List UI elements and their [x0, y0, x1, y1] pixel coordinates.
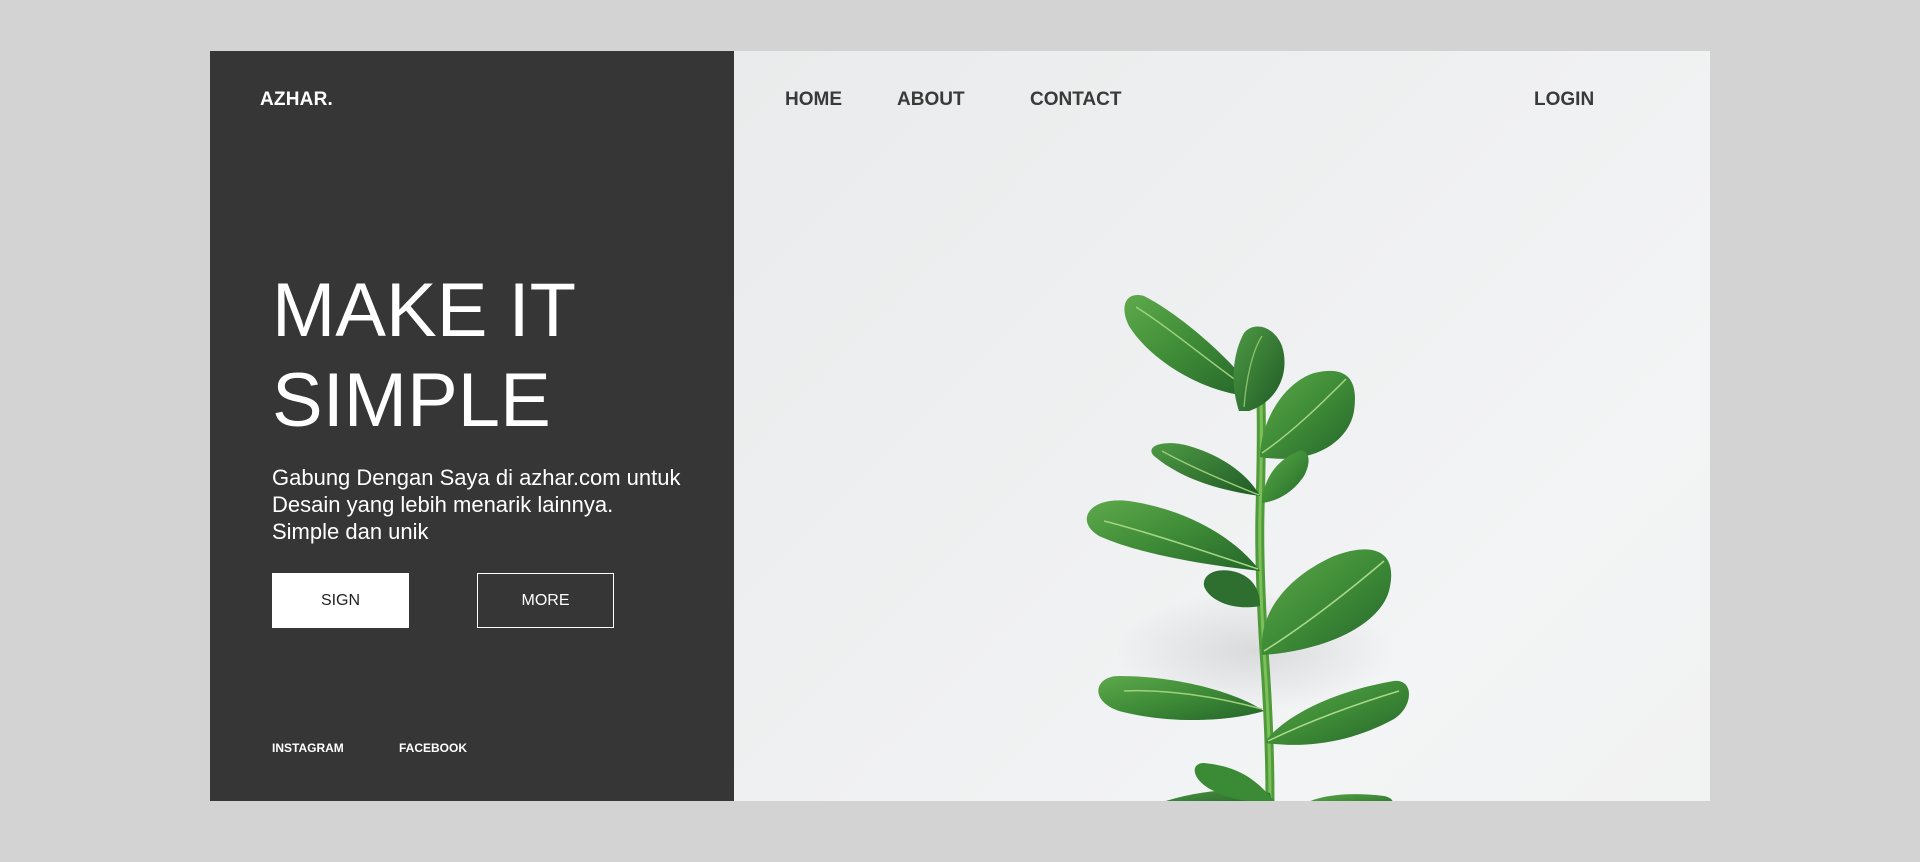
leaf-mid-right-small [1262, 450, 1309, 503]
hero-title-line-1: MAKE IT [272, 268, 577, 353]
hero-title: MAKE IT SIMPLE [272, 266, 712, 446]
hero-description-line-1: Gabung Dengan Saya di azhar.com untuk [272, 465, 681, 490]
leaf-top-back [1233, 326, 1285, 411]
hero-description-line-3: Simple dan unik [272, 519, 429, 544]
hero-description: Gabung Dengan Saya di azhar.com untuk De… [272, 464, 712, 545]
brand-logo[interactable]: AZHAR. [260, 89, 333, 111]
leaf-mid-left-large [1086, 500, 1260, 571]
landing-page-frame: AZHAR. MAKE IT SIMPLE Gabung Dengan Saya… [210, 51, 1710, 801]
hero-description-line-2: Desain yang lebih menarik lainnya. [272, 492, 614, 517]
facebook-link[interactable]: FACEBOOK [399, 741, 467, 755]
right-panel: HOME ABOUT CONTACT LOGIN [734, 51, 1710, 801]
leaf-mid-left-small [1151, 443, 1260, 496]
instagram-link[interactable]: INSTAGRAM [272, 741, 344, 755]
hero-title-line-2: SIMPLE [272, 358, 551, 443]
plant-photo [1086, 295, 1409, 801]
leaf-bottom-left [1165, 763, 1274, 801]
left-panel: AZHAR. MAKE IT SIMPLE Gabung Dengan Saya… [210, 51, 734, 801]
sign-button[interactable]: SIGN [272, 573, 409, 628]
leaf-bottom-right [1310, 794, 1393, 801]
more-button[interactable]: MORE [477, 573, 614, 628]
